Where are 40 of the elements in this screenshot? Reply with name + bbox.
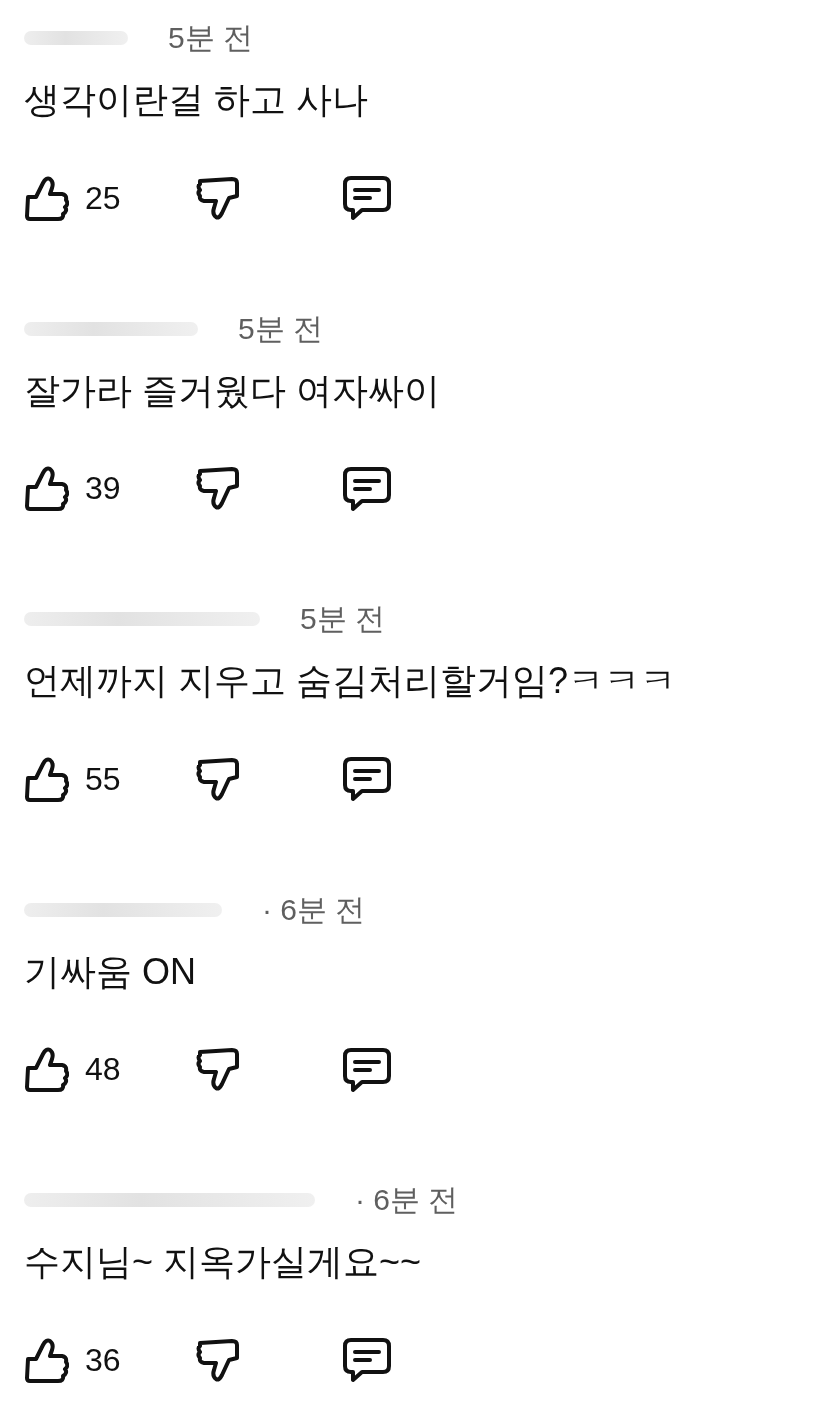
thumbs-up-icon	[24, 465, 69, 512]
comment-text: 수지님~ 지옥가실게요~~	[24, 1240, 422, 1284]
comment-bubble-icon	[341, 1337, 392, 1383]
thumbs-up-icon	[24, 755, 69, 803]
dislike-button[interactable]	[194, 174, 240, 222]
like-button[interactable]: 48	[24, 1046, 121, 1093]
thumbs-down-icon	[194, 755, 240, 803]
like-button[interactable]: 25	[24, 174, 121, 222]
reply-button[interactable]	[341, 1337, 392, 1383]
reply-button[interactable]	[341, 756, 392, 802]
reply-button[interactable]	[341, 465, 392, 512]
comment-bubble-icon	[341, 1046, 392, 1093]
comment-text: 생각이란걸 하고 사나	[24, 78, 368, 122]
dislike-button[interactable]	[194, 1336, 240, 1384]
thumbs-down-icon	[194, 465, 240, 512]
dislike-button[interactable]	[194, 755, 240, 803]
like-button[interactable]: 36	[24, 1336, 121, 1384]
comment-time: 5분 전	[300, 601, 386, 637]
comment-time: · 6분 전	[355, 1182, 459, 1218]
thumbs-down-icon	[194, 174, 240, 222]
dislike-button[interactable]	[194, 1046, 240, 1093]
comment-text: 언제까지 지우고 숨김처리할거임?ㅋㅋㅋ	[24, 659, 677, 703]
thumbs-up-icon	[24, 1336, 69, 1384]
comment-text: 잘가라 즐거웠다 여자싸이	[24, 368, 440, 413]
like-button[interactable]: 55	[24, 755, 121, 803]
dislike-button[interactable]	[194, 465, 240, 512]
like-button[interactable]: 39	[24, 465, 121, 512]
thumbs-down-icon	[194, 1046, 240, 1093]
comment-text: 기싸움 ON	[24, 949, 196, 994]
comment-bubble-icon	[341, 175, 392, 221]
comment-time: 5분 전	[168, 20, 254, 56]
comment-time: · 6분 전	[262, 891, 366, 928]
thumbs-up-icon	[24, 1046, 69, 1093]
comment-time: 5분 전	[238, 310, 324, 347]
reply-button[interactable]	[341, 175, 392, 221]
comment-bubble-icon	[341, 756, 392, 802]
reply-button[interactable]	[341, 1046, 392, 1093]
thumbs-down-icon	[194, 1336, 240, 1384]
comment-bubble-icon	[341, 465, 392, 512]
thumbs-up-icon	[24, 174, 69, 222]
